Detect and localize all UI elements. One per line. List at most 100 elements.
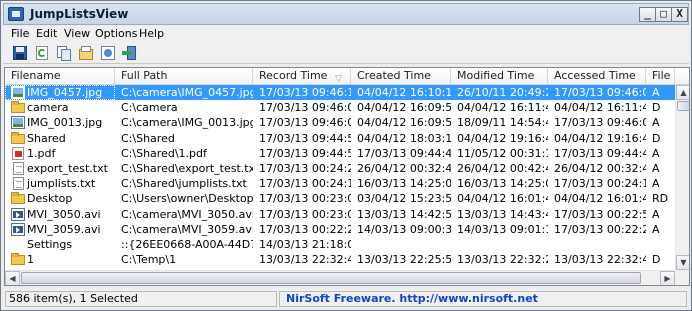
cell-text: 11/05/12 00:31:19	[457, 146, 548, 160]
cell-modified-time: 13/03/13 22:32:24	[451, 252, 548, 267]
cell-text: 13/03/13 22:32:45	[554, 253, 646, 267]
cell-attributes: D	[646, 252, 675, 267]
menu-view[interactable]: View	[64, 27, 90, 40]
settings-icon	[11, 238, 25, 251]
cell-attributes: A	[646, 176, 675, 191]
cell-attributes: A	[646, 222, 675, 237]
cell-filename: jumplists.txt	[5, 176, 115, 191]
table-row[interactable]: 1 C:\Temp\1 13/03/13 22:32:45 13/03/13 22:2…	[5, 252, 675, 267]
cell-text: 17/03/13 00:24:10	[554, 177, 646, 191]
cell-record-time: 14/03/13 21:18:08	[253, 237, 351, 252]
table-row[interactable]: MVI_3050.avi C:\camera\MVI_3050.avi 17/03/…	[5, 207, 675, 222]
table-row[interactable]: export_test.txt C:\Shared\export_test.txt…	[5, 161, 675, 176]
menu-options[interactable]: Options	[95, 27, 137, 40]
cell-full-path: C:\camera\IMG_0457.jpg	[115, 85, 253, 100]
cell-created-time: 16/03/13 14:25:07	[351, 176, 451, 191]
pdf-icon	[12, 146, 24, 160]
cell-created-time: 04/04/12 16:09:55	[351, 115, 451, 130]
column-accessed-time[interactable]: Accessed Time	[548, 68, 646, 85]
image-icon	[11, 86, 25, 99]
table-row[interactable]: jumplists.txt C:\Shared\jumplists.txt 17/0…	[5, 176, 675, 191]
cell-accessed-time: 17/03/13 00:22:22	[548, 222, 646, 237]
cell-attributes: A	[646, 161, 675, 176]
scroll-left-icon[interactable]: ◀	[5, 271, 20, 285]
items-list[interactable]: Filename Full Path Record Time ▽ Created …	[4, 67, 690, 286]
exit-icon[interactable]	[122, 45, 138, 61]
column-record-time-label: Record Time	[259, 69, 328, 82]
cell-text: A	[652, 177, 660, 191]
cell-text: C:\Temp\1	[121, 253, 177, 267]
cell-full-path: C:\Shared\export_test.txt	[115, 161, 253, 176]
cell-full-path: C:\camera\IMG_0013.jpg	[115, 115, 253, 130]
refresh-icon[interactable]	[34, 45, 50, 61]
title-bar[interactable]: JumpListsView _ □ X	[3, 3, 689, 25]
cell-text: 17/03/13 00:23:03	[259, 207, 351, 221]
cell-text: 26/04/12 00:32:43	[357, 162, 451, 175]
column-record-time[interactable]: Record Time ▽	[253, 68, 351, 85]
item-count-status: 586 item(s), 1 Selected	[5, 291, 277, 307]
column-filename[interactable]: Filename	[5, 68, 115, 85]
save-icon[interactable]	[12, 45, 28, 61]
cell-text: ::{26EE0668-A00A-44D7-...	[121, 238, 253, 251]
table-row[interactable]: Shared C:\Shared 17/03/13 09:44:55 04/04/12…	[5, 131, 675, 146]
copy-icon[interactable]	[56, 45, 72, 61]
cell-full-path: C:\camera\MVI_3059.avi	[115, 222, 253, 237]
column-modified-time[interactable]: Modified Time	[451, 68, 548, 85]
html-report-icon[interactable]	[100, 45, 116, 61]
folder-icon	[11, 101, 25, 114]
cell-text: C:\camera\IMG_0013.jpg	[121, 116, 253, 130]
scroll-right-icon[interactable]: ▶	[660, 271, 675, 285]
cell-full-path: C:\camera	[115, 100, 253, 115]
cell-filename: 1	[5, 252, 115, 267]
cell-text: 17/03/13 00:23:03	[259, 192, 351, 206]
vertical-scroll-thumb[interactable]	[677, 101, 689, 111]
cell-text: 13/03/13 14:42:53	[357, 207, 451, 221]
cell-accessed-time: 13/03/13 22:32:45	[548, 252, 646, 267]
column-file-attributes[interactable]: File A	[646, 68, 675, 85]
menu-help[interactable]: Help	[139, 27, 164, 40]
cell-text: 26/04/12 00:42:42	[457, 162, 548, 175]
cell-filename: Settings	[5, 237, 115, 252]
close-button[interactable]: X	[671, 7, 688, 22]
cell-accessed-time: 17/03/13 00:24:10	[548, 176, 646, 191]
maximize-button[interactable]: □	[655, 7, 672, 22]
scroll-corner	[675, 270, 689, 285]
table-row[interactable]: IMG_0013.jpg C:\camera\IMG_0013.jpg 17/03/…	[5, 115, 675, 130]
horizontal-scrollbar[interactable]: ◀ ▶	[5, 270, 675, 285]
status-bar: 586 item(s), 1 Selected NirSoft Freeware…	[3, 289, 689, 308]
table-row[interactable]: camera C:\camera 17/03/13 09:46:04 04/04/12…	[5, 100, 675, 115]
vertical-scrollbar[interactable]: ▲ ▼	[675, 85, 689, 270]
cell-record-time: 17/03/13 09:44:55	[253, 146, 351, 161]
cell-attributes: D	[646, 100, 675, 115]
folder-icon	[11, 192, 25, 205]
cell-text: 14/03/13 09:01:12	[457, 222, 548, 236]
app-window: JumpListsView _ □ X File Edit View Optio…	[0, 0, 692, 311]
menu-file[interactable]: File	[11, 27, 29, 40]
cell-text: 04/04/12 16:11:41	[554, 101, 646, 115]
cell-full-path: ::{26EE0668-A00A-44D7-...	[115, 237, 253, 252]
column-full-path[interactable]: Full Path	[115, 68, 253, 85]
horizontal-scroll-thumb[interactable]	[21, 272, 641, 284]
table-row[interactable]: IMG_0457.jpg C:\camera\IMG_0457.jpg 17/03/…	[5, 85, 675, 100]
column-created-time[interactable]: Created Time	[351, 68, 451, 85]
scroll-down-icon[interactable]: ▼	[676, 255, 689, 270]
table-row[interactable]: MVI_3059.avi C:\camera\MVI_3059.avi 17/03/…	[5, 222, 675, 237]
cell-accessed-time: 26/04/12 00:32:43	[548, 161, 646, 176]
table-row[interactable]: Settings::{26EE0668-A00A-44D7-... 14/03/1…	[5, 237, 675, 252]
cell-text: 17/03/13 09:44:55	[259, 131, 351, 145]
cell-text: 13/03/13 22:32:24	[457, 253, 548, 267]
scroll-up-icon[interactable]: ▲	[676, 85, 689, 100]
menu-edit[interactable]: Edit	[36, 27, 57, 40]
cell-created-time	[351, 237, 451, 252]
cell-text: 04/04/12 16:10:15	[357, 86, 451, 99]
table-row[interactable]: 1.pdf C:\Shared\1.pdf 17/03/13 09:44:55 17/…	[5, 146, 675, 161]
properties-icon[interactable]	[78, 45, 94, 61]
nirsoft-link[interactable]: NirSoft Freeware. http://www.nirsoft.net	[279, 291, 687, 307]
cell-record-time: 13/03/13 22:32:45	[253, 252, 351, 267]
cell-text: 14/03/13 09:00:39	[357, 222, 451, 236]
cell-text: Desktop	[27, 192, 73, 206]
cell-text: IMG_0457.jpg	[27, 86, 103, 99]
minimize-button[interactable]: _	[639, 7, 656, 22]
cell-text: 1.pdf	[27, 146, 56, 160]
table-row[interactable]: Desktop C:\Users\owner\Desktop 17/03/13 00…	[5, 191, 675, 206]
